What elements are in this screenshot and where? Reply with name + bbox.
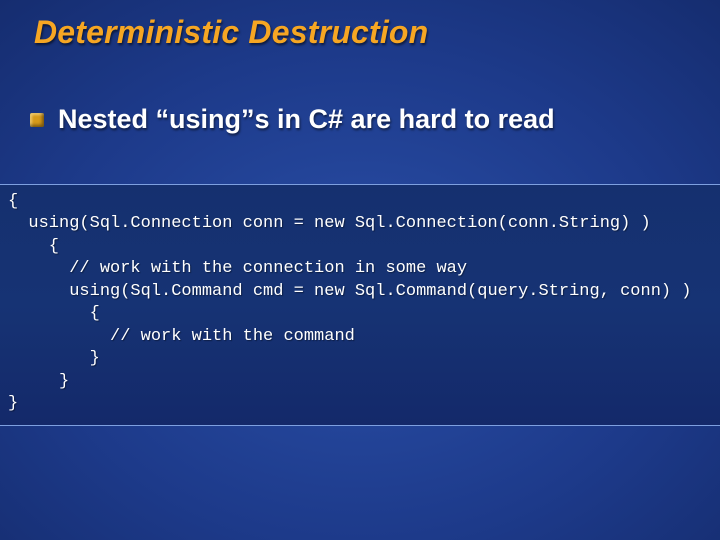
- bullet-text: Nested “using”s in C# are hard to read: [58, 104, 555, 135]
- slide-title: Deterministic Destruction: [34, 14, 428, 51]
- bullet-square-icon: [30, 113, 44, 127]
- slide: Deterministic Destruction Nested “using”…: [0, 0, 720, 540]
- code-box: { using(Sql.Connection conn = new Sql.Co…: [0, 184, 720, 426]
- bullet-row: Nested “using”s in C# are hard to read: [30, 104, 555, 135]
- code-block: { using(Sql.Connection conn = new Sql.Co…: [8, 191, 712, 415]
